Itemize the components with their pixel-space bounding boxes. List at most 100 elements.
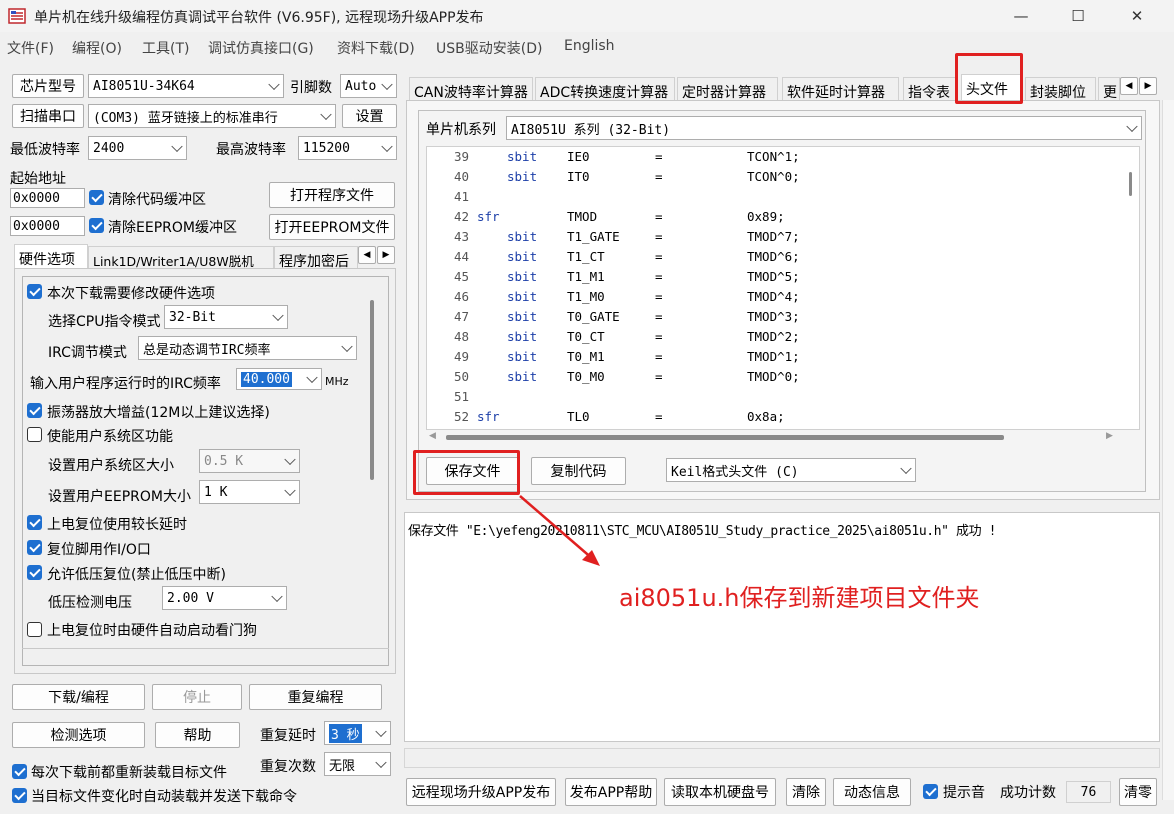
detect-options-button[interactable]: 检测选项 [12,722,145,748]
tab-adc-speed[interactable]: ADC转换速度计算器 [535,77,675,101]
menu-tools[interactable]: 工具(T) [142,38,189,58]
repeat-delay-select[interactable]: 3 秒 [324,721,391,745]
line-number: 48 [453,329,469,344]
irc-mode-value: 总是动态调节IRC频率 [143,342,271,358]
repeat-program-button[interactable]: 重复编程 [249,684,382,710]
low-voltage-reset-checkbox[interactable] [27,565,42,580]
chevron-down-icon [381,78,393,91]
menu-program[interactable]: 编程(O) [72,38,122,58]
settings-button[interactable]: 设置 [342,104,397,128]
tab-can-baud[interactable]: CAN波特率计算器 [409,77,533,101]
code-horizontal-scrollbar-thumb[interactable] [446,435,1004,440]
header-format-select[interactable]: Keil格式头文件 (C) [666,458,916,482]
app-logo-icon [8,8,26,24]
tab-instruction-table[interactable]: 指令表 [903,77,957,101]
reset-count-button[interactable]: 清零 [1119,778,1157,806]
min-baud-select[interactable]: 2400 [88,136,187,160]
open-program-file-button[interactable]: 打开程序文件 [269,182,395,208]
irc-freq-select[interactable]: 40.000 [236,368,322,390]
pins-select[interactable]: Auto [340,74,397,98]
code-view[interactable]: 39 sbit IE0 = TCON^1; 40 sbit IT0 = TCON^0; 41 42 sf… [426,146,1140,430]
code-address-input[interactable]: 0x0000 [10,188,85,208]
menu-file[interactable]: 文件(F) [7,38,54,58]
code-operator: = [655,369,663,384]
beep-checkbox[interactable] [923,784,938,799]
system-area-size-select[interactable]: 0.5 K [199,449,300,473]
chevron-down-icon [171,140,183,153]
clear-code-checkbox[interactable] [89,190,104,205]
menu-usb-driver[interactable]: USB驱动安装(D) [436,38,542,58]
hardware-scrollbar-thumb[interactable] [370,300,374,480]
copy-code-button[interactable]: 复制代码 [531,457,626,485]
line-number: 39 [453,149,469,164]
menu-debug[interactable]: 调试仿真接口(G) [208,38,314,58]
eeprom-address-input[interactable]: 0x0000 [10,216,85,236]
scroll-right-icon[interactable]: ▶ [1106,431,1113,441]
osc-gain-checkbox[interactable] [27,403,42,418]
help-button[interactable]: 帮助 [155,722,240,748]
code-symbol: T1_CT [567,249,605,264]
chip-type-select[interactable]: AI8051U-34K64 [88,74,284,98]
max-baud-select[interactable]: 115200 [298,136,397,160]
repeat-delay-value: 3 秒 [329,723,362,743]
scan-port-button[interactable]: 扫描串口 [12,104,84,128]
dynamic-info-button[interactable]: 动态信息 [833,778,911,806]
tab-header-file[interactable]: 头文件 [961,74,1021,102]
repeat-count-select[interactable]: 无限 [324,752,391,776]
long-reset-delay-checkbox[interactable] [27,515,42,530]
watchdog-checkbox[interactable] [27,622,42,637]
right-tab-scroll-left-icon[interactable]: ◀ [1120,77,1138,95]
tab-link1d[interactable]: Link1D/Writer1A/U8W脱机 [88,246,274,270]
clear-eeprom-checkbox[interactable] [89,218,104,233]
right-tab-scroll-right-icon[interactable]: ▶ [1139,77,1157,95]
auto-reload-checkbox[interactable] [12,788,27,803]
download-program-button[interactable]: 下载/编程 [12,684,145,710]
chevron-down-icon [375,725,387,738]
close-button[interactable]: ✕ [1112,0,1162,32]
enable-system-area-checkbox[interactable] [27,427,42,442]
clear-log-button[interactable]: 清除 [786,778,826,806]
beep-label: 提示音 [943,785,985,801]
code-vertical-scrollbar-thumb[interactable] [1129,172,1132,196]
code-symbol: IE0 [567,149,590,164]
scroll-left-icon[interactable]: ◀ [429,431,436,441]
line-number: 40 [453,169,469,184]
tab-timer-calc[interactable]: 定时器计算器 [677,77,778,101]
code-value: TMOD^4; [747,289,800,304]
code-operator: = [655,249,663,264]
menu-english[interactable]: English [564,38,615,54]
tab-more[interactable]: 更 [1098,77,1120,101]
low-voltage-select[interactable]: 2.00 V [162,586,287,610]
mcu-series-label: 单片机系列 [426,122,496,138]
tab-encryption[interactable]: 程序加密后 [274,246,358,270]
eeprom-size-select[interactable]: 1 K [199,480,300,504]
window-title: 单片机在线升级编程仿真调试平台软件 (V6.95F), 远程现场升级APP发布 [34,10,484,26]
code-value: TCON^0; [747,169,800,184]
code-keyword: sbit [507,369,538,384]
stop-button[interactable]: 停止 [152,684,242,710]
open-eeprom-file-button[interactable]: 打开EEPROM文件 [269,214,395,240]
code-operator: = [655,229,663,244]
mcu-series-select[interactable]: AI8051U 系列 (32-Bit) [506,116,1142,140]
irc-mode-select[interactable]: 总是动态调节IRC频率 [138,336,357,360]
tab-scroll-right-icon[interactable]: ▶ [377,246,395,264]
save-file-button[interactable]: 保存文件 [426,457,519,485]
reset-pin-io-checkbox[interactable] [27,540,42,555]
tab-delay-calc[interactable]: 软件延时计算器 [782,77,899,101]
reload-each-checkbox[interactable] [12,764,27,779]
tab-scroll-left-icon[interactable]: ◀ [358,246,376,264]
menu-download[interactable]: 资料下载(D) [337,38,415,58]
maximize-button[interactable]: ☐ [1053,0,1103,32]
read-disk-id-button[interactable]: 读取本机硬盘号 [664,778,776,806]
tab-hardware-options[interactable]: 硬件选项 [14,244,88,268]
code-keyword: sbit [507,289,538,304]
publish-app-help-button[interactable]: 发布APP帮助 [565,778,657,806]
cpu-mode-select[interactable]: 32-Bit [164,305,288,329]
remote-app-publish-button[interactable]: 远程现场升级APP发布 [406,778,556,806]
clear-eeprom-label: 清除EEPROM缓冲区 [108,220,237,236]
watchdog-label: 上电复位时由硬件自动启动看门狗 [47,623,257,639]
tab-package-pins[interactable]: 封装脚位 [1025,77,1096,101]
minimize-button[interactable]: — [996,0,1046,32]
port-select[interactable]: (COM3) 蓝牙链接上的标准串行 [88,104,336,128]
modify-hw-checkbox[interactable] [27,284,42,299]
